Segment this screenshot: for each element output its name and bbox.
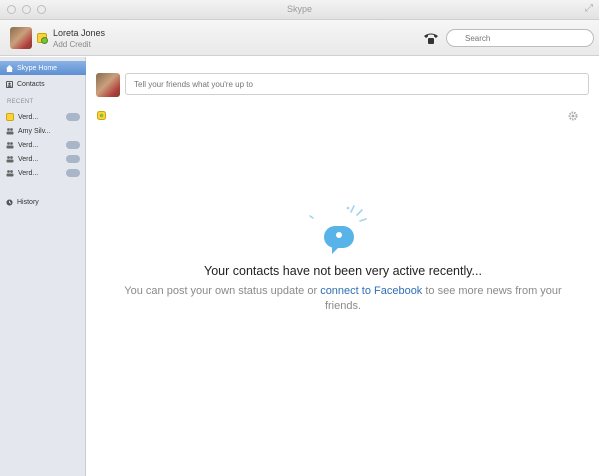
presence-icon[interactable] xyxy=(37,33,48,44)
main-panel: Your contacts have not been very active … xyxy=(87,57,599,476)
fullscreen-icon[interactable]: ⤢ xyxy=(585,3,593,14)
sidebar-item-contacts[interactable]: Contacts xyxy=(0,77,86,91)
search-input[interactable] xyxy=(446,29,594,47)
phone-icon[interactable] xyxy=(423,31,439,45)
add-credit-link[interactable]: Add Credit xyxy=(53,40,91,49)
gear-icon[interactable] xyxy=(568,111,578,121)
home-icon xyxy=(6,64,13,72)
avatar[interactable] xyxy=(10,27,32,49)
history-icon xyxy=(6,198,13,206)
status-badge xyxy=(66,169,80,177)
window-title: Skype xyxy=(286,4,312,14)
recent-item-label: Verd... xyxy=(18,141,39,149)
sidebar-item-skype-home[interactable]: Skype Home xyxy=(0,61,86,75)
title-bar: Skype ⤢ xyxy=(0,0,599,20)
status-input[interactable] xyxy=(125,73,589,95)
recent-item-label: Verd... xyxy=(18,113,39,121)
empty-state-text: You can post your own status update or xyxy=(124,285,321,297)
status-badge xyxy=(66,113,80,121)
recent-item-label: Verd... xyxy=(18,155,39,163)
contacts-icon xyxy=(6,80,13,88)
presence-icon xyxy=(6,113,14,121)
recent-section-label: RECENT xyxy=(7,99,34,105)
refresh-icon[interactable] xyxy=(97,111,106,120)
status-badge xyxy=(66,155,80,163)
list-item[interactable]: Verd... xyxy=(0,153,86,165)
empty-state-body: You can post your own status update or c… xyxy=(107,284,579,314)
sidebar-item-label: History xyxy=(17,198,39,206)
avatar xyxy=(96,73,120,97)
list-item[interactable]: Verd... xyxy=(0,111,86,123)
empty-state-title: Your contacts have not been very active … xyxy=(204,264,482,278)
user-name[interactable]: Loreta Jones xyxy=(53,28,105,38)
group-icon xyxy=(6,156,14,163)
sidebar-item-label: Skype Home xyxy=(17,64,58,72)
list-item[interactable]: Verd... xyxy=(0,139,86,151)
recent-item-label: Amy Silv... xyxy=(18,127,51,135)
list-item[interactable]: Verd... xyxy=(0,167,86,179)
connect-facebook-link[interactable]: connect to Facebook xyxy=(320,285,422,297)
sidebar: Skype Home Contacts RECENT Verd... Amy S… xyxy=(0,57,86,476)
recent-item-label: Verd... xyxy=(18,169,39,177)
header: Loreta Jones Add Credit xyxy=(0,20,599,56)
status-badge xyxy=(66,141,80,149)
group-icon xyxy=(6,142,14,149)
group-icon xyxy=(6,128,14,135)
group-icon xyxy=(6,170,14,177)
sidebar-item-label: Contacts xyxy=(17,80,45,88)
sidebar-item-history[interactable]: History xyxy=(0,195,86,209)
status-bubble-icon xyxy=(309,205,367,254)
list-item[interactable]: Amy Silv... xyxy=(0,125,86,137)
